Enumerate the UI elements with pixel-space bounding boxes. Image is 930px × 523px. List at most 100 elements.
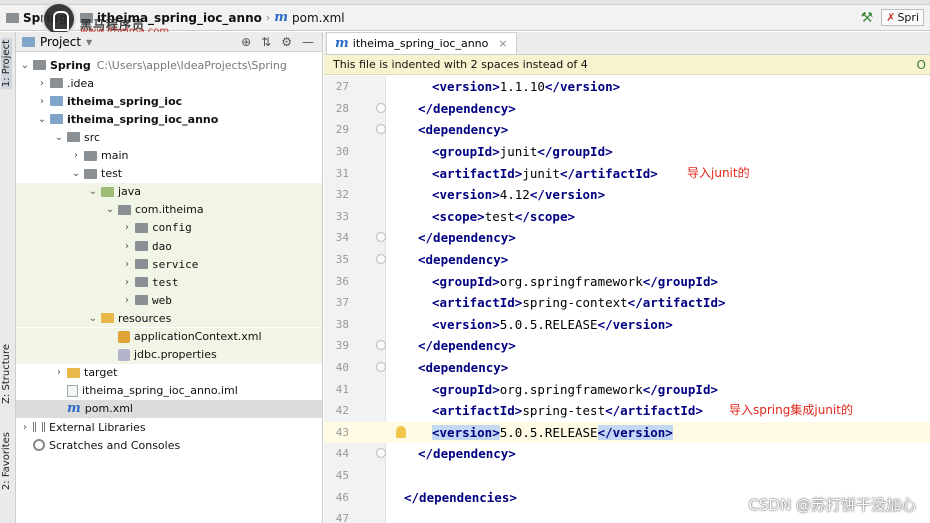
fold-marker-icon[interactable] <box>376 232 386 243</box>
tree-item[interactable]: ⌄ java <box>16 182 322 201</box>
chevron-right-icon[interactable]: › <box>37 96 47 107</box>
chevron-down-icon[interactable]: ⌄ <box>105 204 115 215</box>
code-line[interactable]: 33 <scope>test</scope> <box>324 206 930 228</box>
tree-item-path: C:\Users\apple\IdeaProjects\Spring <box>96 58 287 72</box>
tool-tab-favorites[interactable]: 2: Favorites <box>1 432 12 490</box>
code-line[interactable]: 34 </dependency> <box>324 227 930 249</box>
build-hammer-icon[interactable]: ⚒ <box>861 10 874 26</box>
close-icon[interactable]: × <box>498 37 507 50</box>
code-line[interactable]: 28 </dependency> <box>324 98 930 120</box>
tree-item[interactable]: ⌄ resources <box>16 309 322 328</box>
fold-marker-icon[interactable] <box>376 102 386 113</box>
tree-item[interactable]: › External Libraries <box>16 418 322 436</box>
code-text: </dependency> <box>418 338 516 353</box>
code-line[interactable]: 29 <dependency> <box>324 119 930 141</box>
chevron-down-icon[interactable]: ⌄ <box>71 168 81 179</box>
hide-icon[interactable]: — <box>302 35 314 49</box>
xml-text-value: 5.0.5.RELEASE <box>499 316 598 332</box>
code-line[interactable]: 30 <groupId>junit</groupId> <box>324 141 930 163</box>
tree-item[interactable]: ⌄ Spring C:\Users\apple\IdeaProjects\Sprin… <box>16 56 322 74</box>
chevron-down-icon[interactable]: ⌄ <box>88 186 98 197</box>
chevron-down-icon[interactable]: ⌄ <box>37 114 47 125</box>
tree-item[interactable]: › test <box>16 273 322 292</box>
code-line[interactable]: 39 </dependency> <box>324 335 930 357</box>
tree-item[interactable]: ⌄ com.itheima <box>16 200 322 219</box>
code-line[interactable]: 35 <dependency> <box>324 249 930 271</box>
chevron-down-icon[interactable]: ⌄ <box>20 60 30 71</box>
collapse-all-icon[interactable]: ⇅ <box>261 35 271 49</box>
module-folder-icon <box>50 96 63 107</box>
tree-item[interactable]: › web <box>16 291 322 310</box>
run-config-icon: ✗ <box>886 11 896 24</box>
code-line[interactable]: 45 <box>324 465 930 487</box>
code-line[interactable]: 37 <artifactId>spring-context</artifactId… <box>324 292 930 314</box>
notice-option-link[interactable]: O <box>917 58 930 72</box>
code-line[interactable]: 27 <version>1.1.10</version> <box>324 76 930 98</box>
fold-marker-icon[interactable] <box>376 340 386 351</box>
test-source-folder-icon <box>101 186 114 197</box>
tree-item[interactable]: › itheima_spring_ioc <box>16 92 322 110</box>
module-folder-icon <box>50 114 63 125</box>
tree-item-label: applicationContext.xml <box>134 330 262 343</box>
chevron-right-icon[interactable]: › <box>122 277 132 288</box>
code-line[interactable]: 44 </dependency> <box>324 443 930 465</box>
chevron-down-icon[interactable]: ⌄ <box>88 313 98 324</box>
gear-icon[interactable]: ⚙ <box>281 35 292 49</box>
tool-tab-project[interactable]: 1: Project <box>1 38 12 90</box>
fold-marker-icon[interactable] <box>376 253 386 264</box>
chevron-right-icon[interactable]: › <box>20 422 30 433</box>
tree-item[interactable]: › config <box>16 218 322 237</box>
xml-text-value: 1.1.10 <box>499 79 545 95</box>
chevron-right-icon[interactable]: › <box>122 241 132 252</box>
code-line[interactable]: 40 <dependency> <box>324 357 930 379</box>
tree-item[interactable]: ⌄ test <box>16 165 322 183</box>
code-line[interactable]: 36 <groupId>org.springframework</groupId> <box>324 270 930 292</box>
chevron-right-icon[interactable]: › <box>54 367 64 378</box>
project-panel-title[interactable]: Project <box>40 35 81 49</box>
chevron-down-icon[interactable]: ⌄ <box>54 132 64 143</box>
code-line[interactable]: 32 <version>4.12</version> <box>324 184 930 206</box>
tree-item[interactable]: › service <box>16 255 322 274</box>
fold-marker-icon[interactable] <box>376 448 386 459</box>
chevron-right-icon[interactable]: › <box>122 295 132 306</box>
tree-item[interactable]: Scratches and Consoles <box>16 436 322 454</box>
line-number: 43 <box>335 425 349 439</box>
xml-tag: <dependency> <box>418 360 509 376</box>
chevron-right-icon[interactable]: › <box>37 78 47 89</box>
xml-tag: </artifactId> <box>605 403 703 419</box>
breadcrumb-item-file[interactable]: pom.xml <box>292 11 345 25</box>
tree-item[interactable]: › dao <box>16 237 322 255</box>
code-line[interactable]: 38 <version>5.0.5.RELEASE</version> <box>324 314 930 336</box>
tree-item[interactable]: jdbc.properties <box>16 345 322 364</box>
tree-item[interactable]: › .idea <box>16 74 322 92</box>
chevron-right-icon[interactable]: › <box>122 222 132 233</box>
xml-tag: </dependency> <box>418 338 516 354</box>
tree-item[interactable]: › main <box>16 147 322 165</box>
fold-marker-icon[interactable] <box>376 124 386 135</box>
tree-item[interactable]: itheima_spring_ioc_anno.iml <box>16 382 322 400</box>
run-configuration-select[interactable]: ✗ Spri <box>881 9 924 26</box>
code-text: <version>5.0.5.RELEASE</version> <box>432 424 673 440</box>
tool-tab-structure[interactable]: Z: Structure <box>1 344 12 404</box>
tree-item[interactable]: ⌄ itheima_spring_ioc_anno <box>16 110 322 128</box>
chevron-right-icon[interactable]: › <box>71 150 81 161</box>
xml-tag: <version> <box>432 424 500 440</box>
lightbulb-icon[interactable] <box>396 425 406 438</box>
tree-item[interactable]: applicationContext.xml <box>16 327 322 346</box>
tree-item[interactable]: ⌄ src <box>16 128 322 146</box>
code-line[interactable]: 43 <version>5.0.5.RELEASE</version> <box>324 421 930 444</box>
code-line[interactable]: 31 <artifactId>junit</artifactId> <box>324 162 930 184</box>
line-number: 38 <box>335 317 349 331</box>
code-text: <artifactId>spring-test</artifactId> <box>432 403 703 418</box>
tree-item[interactable]: m pom.xml <box>16 399 322 418</box>
chevron-down-icon[interactable]: ▾ <box>86 35 92 49</box>
locate-icon[interactable]: ⊕ <box>241 35 251 49</box>
editor-tab-pom[interactable]: m itheima_spring_ioc_anno × <box>326 32 517 54</box>
tree-item-label: itheima_spring_ioc_anno <box>67 112 219 126</box>
xml-file-icon <box>118 330 130 343</box>
fold-marker-icon[interactable] <box>376 361 386 372</box>
code-line[interactable]: 41 <groupId>org.springframework</groupId> <box>324 378 930 400</box>
chevron-right-icon[interactable]: › <box>122 259 132 270</box>
tree-item[interactable]: › target <box>16 364 322 382</box>
resources-folder-icon <box>101 313 114 324</box>
